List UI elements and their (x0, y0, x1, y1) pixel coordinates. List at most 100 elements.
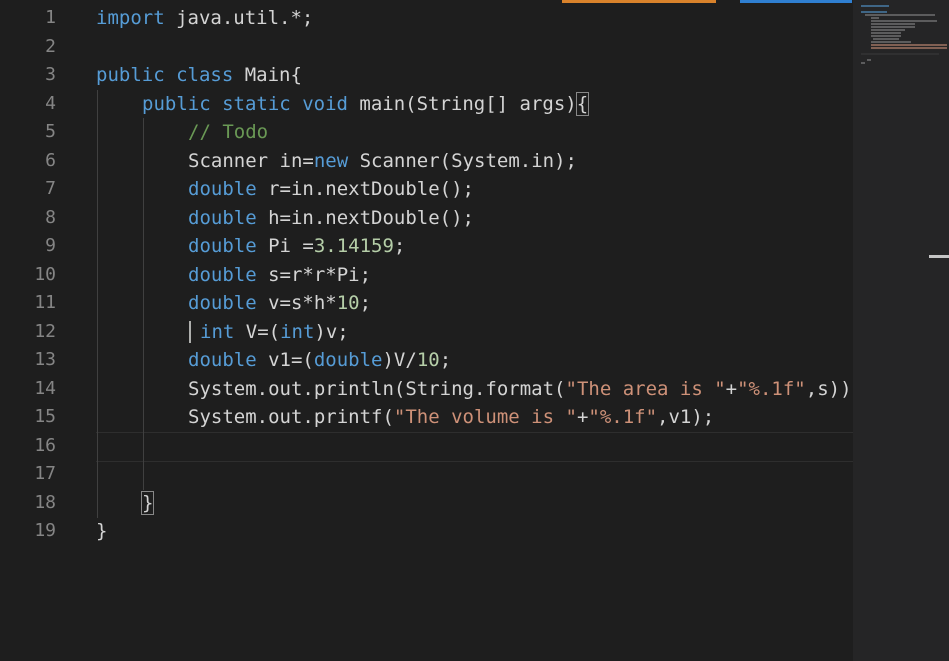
keyword: double (313, 349, 383, 371)
code-text: )V/ (382, 349, 417, 371)
code-line-18: } (140, 489, 155, 518)
line-number: 7 (45, 178, 56, 199)
minimap-line (861, 53, 939, 55)
code-text: ; (393, 235, 406, 257)
line-number: 18 (34, 491, 56, 513)
code-text: ,v1); (657, 406, 715, 428)
keyword: double (188, 349, 257, 371)
closing-brace: } (96, 520, 108, 542)
line-number: 16 (34, 434, 56, 456)
code-line-8: double h=in.nextDouble(); (188, 204, 474, 233)
line-number: 9 (45, 235, 56, 256)
keyword: import (96, 7, 165, 29)
string-literal: "The volume is " (393, 406, 577, 428)
code-line-19: } (96, 517, 107, 546)
keyword: static (222, 92, 291, 115)
code-line-9: double Pi =3.14159; (188, 232, 405, 261)
code-text: V=( (234, 320, 281, 343)
line-number: 8 (45, 206, 56, 228)
comment: // Todo (188, 121, 269, 143)
minimap-line (871, 35, 901, 37)
code-text: ; (359, 292, 372, 314)
minimap-line (871, 44, 947, 46)
minimap-line (871, 20, 937, 22)
code-line-14: System.out.println(String.format("The ar… (188, 375, 852, 404)
code-text: System.out.println(String.format( (188, 377, 566, 400)
code-text: Scanner(System.in); (348, 149, 577, 172)
matched-bracket: } (140, 490, 155, 515)
tab-indicator-orange (562, 0, 716, 3)
line-number: 13 (34, 349, 56, 370)
line-number: 1 (45, 7, 56, 28)
minimap-line (871, 17, 879, 19)
line-number: 12 (34, 320, 56, 342)
minimap-line (871, 41, 911, 43)
minimap-line (865, 14, 935, 16)
code-line-1: import java.util.*; (96, 4, 313, 33)
minimap-line (871, 32, 901, 34)
line-number: 17 (34, 463, 56, 484)
matched-bracket: { (575, 91, 590, 116)
minimap-line (861, 11, 887, 13)
current-line-highlight (96, 432, 853, 462)
string-literal: "%.1f" (737, 377, 806, 400)
keyword: new (313, 149, 349, 172)
text-cursor (189, 321, 191, 343)
minimap-line (871, 23, 915, 25)
code-line-5: // Todo (188, 118, 268, 147)
code-text: v=s*h* (256, 292, 337, 314)
line-number: 6 (45, 149, 56, 171)
line-number: 10 (34, 263, 56, 285)
string-literal: "The area is " (565, 377, 726, 400)
code-line-3: public class Main{ (96, 61, 302, 90)
code-text: Scanner in= (188, 149, 314, 172)
code-line-4: public static void main(String[] args){ (142, 90, 590, 119)
code-text: + (725, 377, 738, 400)
minimap-line (861, 5, 889, 7)
tab-indicator-blue (740, 0, 852, 3)
code-text: )v; (314, 320, 349, 343)
line-number: 14 (34, 377, 56, 399)
number-literal: 3.14159 (313, 235, 394, 257)
code-text: v1=( (256, 349, 314, 371)
code-line-12: int V=(int)v; (200, 318, 349, 347)
keyword: double (188, 263, 257, 286)
code-text: java.util.*; (164, 7, 314, 29)
number-literal: 10 (336, 292, 360, 314)
indent-guide-level-1 (97, 90, 98, 518)
code-line-11: double v=s*h*10; (188, 289, 371, 318)
number-literal: 10 (416, 349, 440, 371)
line-number: 2 (45, 35, 56, 57)
code-text: ; (439, 349, 452, 371)
code-text: System.out.printf( (188, 406, 394, 428)
code-text: Pi = (256, 235, 314, 257)
string-literal: "%.1f" (588, 406, 658, 428)
minimap-line (871, 26, 915, 28)
keyword: class (176, 64, 234, 86)
keyword: public (96, 64, 165, 86)
line-number: 3 (45, 64, 56, 85)
minimap-line (867, 59, 871, 61)
minimap-line (873, 38, 899, 40)
code-line-7: double r=in.nextDouble(); (188, 175, 474, 204)
keyword: double (188, 178, 257, 200)
code-line-15: System.out.printf("The volume is "+"%.1f… (188, 403, 714, 432)
code-text: ,s)) (805, 377, 852, 400)
code-editor[interactable]: 1 2 3 4 5 6 7 8 9 10 11 12 13 14 15 16 1… (0, 4, 853, 661)
code-line-13: double v1=(double)V/10; (188, 346, 451, 375)
keyword: int (280, 320, 315, 343)
code-text: Main{ (233, 64, 302, 86)
code-text: + (576, 406, 589, 428)
keyword: public (142, 92, 211, 115)
minimap-line (871, 29, 905, 31)
keyword: double (188, 235, 257, 257)
code-text: r=in.nextDouble(); (256, 178, 474, 200)
code-text: s=r*r*Pi; (256, 263, 372, 286)
scrollbar-thumb[interactable] (929, 255, 949, 258)
line-number: 5 (45, 121, 56, 142)
line-number: 15 (34, 406, 56, 427)
line-number: 4 (45, 92, 56, 114)
minimap[interactable] (853, 0, 949, 661)
code-text: h=in.nextDouble(); (256, 206, 474, 229)
keyword: double (188, 292, 257, 314)
